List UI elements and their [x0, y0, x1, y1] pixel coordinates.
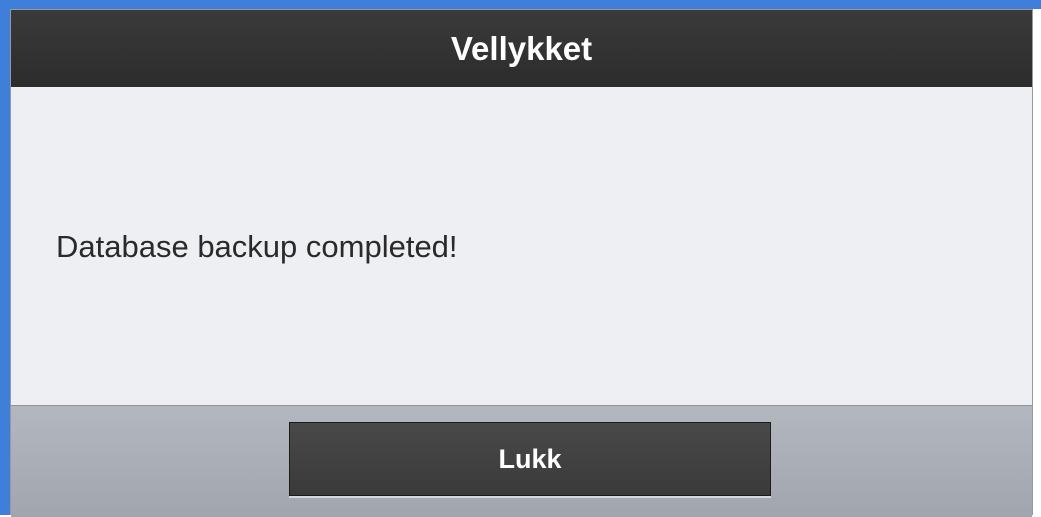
dialog-footer: Lukk	[11, 405, 1032, 517]
close-button-label: Lukk	[498, 443, 562, 474]
success-dialog: Vellykket Database backup completed! Luk…	[10, 9, 1033, 517]
dialog-header: Vellykket	[11, 10, 1032, 87]
dialog-body: Database backup completed!	[11, 87, 1032, 405]
window-edge-top	[0, 0, 1041, 9]
window-edge-left	[0, 0, 10, 515]
dialog-message: Database backup completed!	[56, 229, 458, 264]
close-button[interactable]: Lukk	[289, 422, 771, 496]
screen: Vellykket Database backup completed! Luk…	[0, 0, 1041, 517]
dialog-title: Vellykket	[450, 29, 593, 67]
